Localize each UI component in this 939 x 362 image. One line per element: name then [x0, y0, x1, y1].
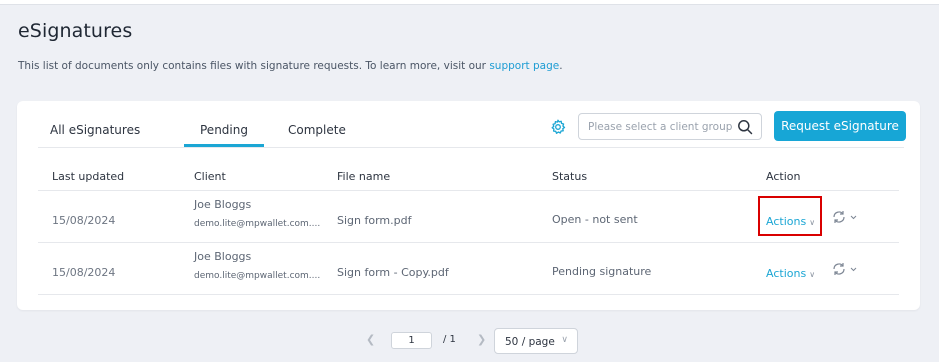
- column-status: Status: [552, 170, 588, 183]
- pagination: ❮ / 1 ❯ 50 / page ∨: [0, 328, 939, 354]
- chevron-down-icon: ∨: [809, 270, 816, 279]
- page-total: / 1: [443, 334, 456, 345]
- chevron-right-icon[interactable]: ❯: [477, 333, 486, 346]
- row-client-email: demo.lite@mpwallet.com....: [194, 219, 321, 229]
- actions-label: Actions: [766, 215, 807, 228]
- column-last-updated: Last updated: [52, 170, 125, 183]
- column-action: Action: [766, 170, 801, 183]
- sync-icon: [833, 263, 857, 275]
- row-client-name: Joe Bloggs: [194, 198, 252, 211]
- column-client: Client: [194, 170, 226, 183]
- table-row: 15/08/2024 Joe Bloggs demo.lite@mpwallet…: [38, 243, 899, 295]
- top-bar: [0, 0, 939, 5]
- request-esignature-button[interactable]: Request eSignature: [774, 111, 906, 141]
- row-date: 15/08/2024: [52, 266, 116, 279]
- actions-dropdown[interactable]: Actions ∨: [766, 215, 815, 228]
- tab-all-esignatures[interactable]: All eSignatures: [34, 123, 156, 147]
- support-page-link[interactable]: support page: [489, 60, 559, 72]
- row-status: Pending signature: [552, 265, 652, 278]
- actions-dropdown[interactable]: Actions ∨: [766, 267, 815, 280]
- esignatures-card: All eSignatures Pending Complete Request…: [17, 101, 920, 310]
- row-file-name[interactable]: Sign form.pdf: [337, 214, 411, 227]
- page-size-value: 50 / page: [505, 336, 555, 348]
- search-icon[interactable]: [737, 119, 753, 135]
- gear-icon[interactable]: [550, 119, 566, 135]
- row-client-email: demo.lite@mpwallet.com....: [194, 271, 321, 281]
- row-client-name: Joe Bloggs: [194, 250, 252, 263]
- client-group-search: [578, 113, 762, 140]
- row-date: 15/08/2024: [52, 214, 116, 227]
- table-header: Last updated Client File name Status Act…: [38, 158, 899, 191]
- page-number-input[interactable]: [391, 332, 432, 349]
- row-status: Open - not sent: [552, 213, 638, 226]
- page-title: eSignatures: [18, 20, 133, 42]
- subtitle-text: This list of documents only contains fil…: [18, 60, 490, 72]
- subtitle-end: .: [559, 60, 563, 72]
- actions-label: Actions: [766, 267, 807, 280]
- tab-pending[interactable]: Pending: [184, 123, 264, 147]
- page-size-select[interactable]: 50 / page ∨: [494, 328, 578, 354]
- row-file-name[interactable]: Sign form - Copy.pdf: [337, 266, 449, 279]
- sync-dropdown[interactable]: [831, 209, 861, 225]
- client-group-search-input[interactable]: [588, 119, 733, 135]
- sync-dropdown[interactable]: [831, 261, 861, 277]
- column-file-name: File name: [337, 170, 391, 183]
- table-row: 15/08/2024 Joe Bloggs demo.lite@mpwallet…: [38, 191, 899, 243]
- sync-icon: [833, 211, 857, 223]
- tab-complete[interactable]: Complete: [272, 123, 362, 147]
- chevron-left-icon[interactable]: ❮: [366, 333, 375, 346]
- chevron-down-icon: ∨: [809, 218, 816, 227]
- page-subtitle: This list of documents only contains fil…: [18, 60, 563, 72]
- chevron-down-icon: ∨: [561, 335, 568, 345]
